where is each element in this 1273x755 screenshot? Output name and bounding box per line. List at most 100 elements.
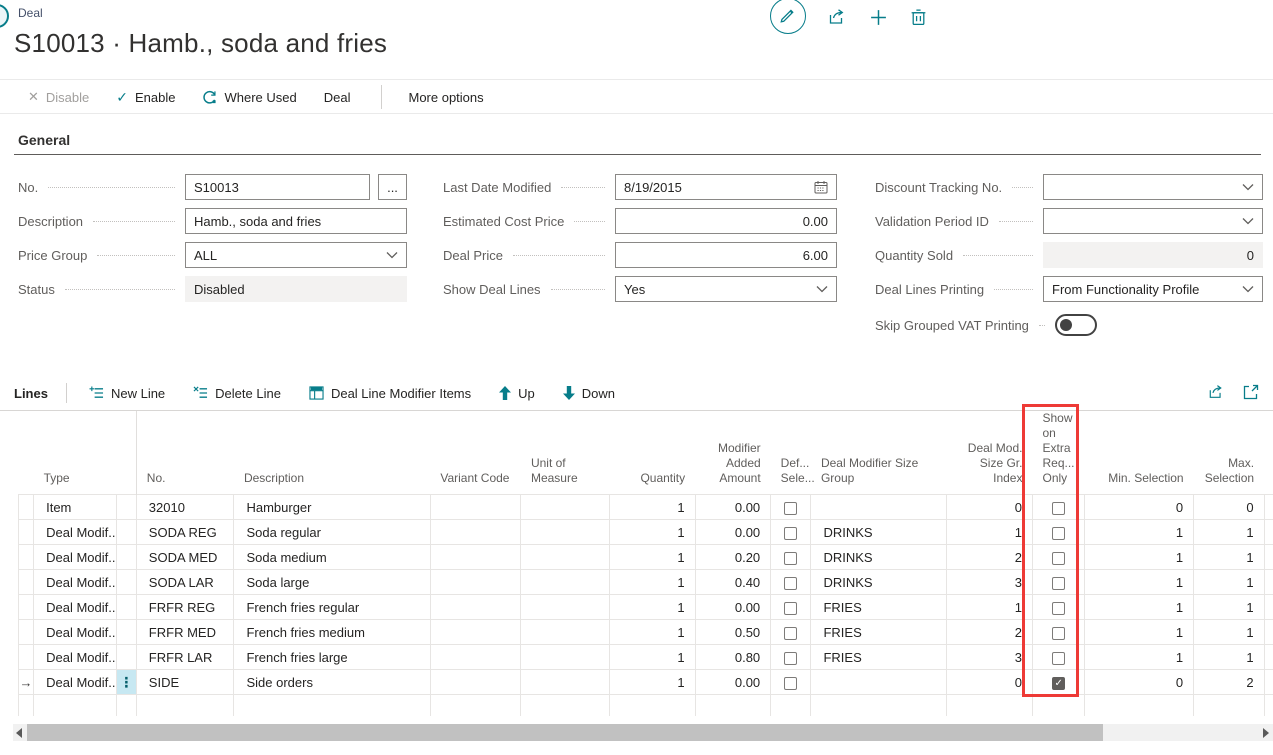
deal-price-input[interactable] (615, 242, 837, 268)
row-context-menu-icon[interactable]: ⋮ (116, 670, 136, 695)
cell-unit_of_measure[interactable] (521, 670, 610, 695)
cell-unit_of_measure[interactable] (521, 545, 610, 570)
deal-lines-printing-select[interactable]: From Functionality Profile (1043, 276, 1263, 302)
skip-grouped-vat-printing-toggle[interactable] (1055, 314, 1097, 336)
cell-unit_of_measure[interactable] (521, 520, 610, 545)
cell-menu[interactable] (116, 520, 136, 545)
last-date-modified-input[interactable]: 8/19/2015 (615, 174, 837, 200)
cell-multi_selection[interactable] (1264, 570, 1273, 595)
scroll-left-icon[interactable] (16, 728, 22, 738)
column-header-multi_selection[interactable]: Mul.. Sele. (1264, 411, 1273, 495)
cell-menu[interactable] (116, 570, 136, 595)
cell-deal_mod_size_gr_index[interactable]: 3 (947, 645, 1033, 670)
column-header-no[interactable]: No. (136, 411, 234, 495)
show_on_extra_req_only-checkbox[interactable]: ✓ (1052, 677, 1065, 690)
cell-deal_modifier_size_group[interactable]: FRIES (811, 595, 947, 620)
cell-min_selection[interactable]: 1 (1085, 645, 1194, 670)
cell-quantity[interactable]: 1 (610, 645, 696, 670)
cell-type[interactable]: Deal Modif... (34, 645, 117, 670)
share-icon[interactable] (1208, 384, 1225, 400)
cell-multi_selection[interactable] (1264, 595, 1273, 620)
cell-description[interactable]: Side orders (234, 670, 430, 695)
cell-show_on_extra_req_only[interactable] (1032, 520, 1084, 545)
cell-sel[interactable] (19, 495, 34, 520)
cell-description[interactable]: Soda large (234, 570, 430, 595)
move-up-button[interactable]: Up (499, 386, 535, 401)
column-header-modifier_added_amount[interactable]: Modifier Added Amount (695, 411, 771, 495)
cell-description[interactable]: French fries medium (234, 620, 430, 645)
cell-empty[interactable] (234, 695, 430, 717)
cell-max_selection[interactable]: 1 (1194, 645, 1264, 670)
cell-type[interactable]: Item (34, 495, 117, 520)
cell-modifier_added_amount[interactable]: 0.40 (695, 570, 771, 595)
cell-max_selection[interactable]: 1 (1194, 570, 1264, 595)
cell-quantity[interactable]: 1 (610, 670, 696, 695)
cell-empty[interactable] (19, 695, 34, 717)
cell-empty[interactable] (695, 695, 771, 717)
more-options-button[interactable]: More options (408, 90, 483, 105)
cell-quantity[interactable]: 1 (610, 595, 696, 620)
default_selected-checkbox[interactable] (784, 677, 797, 690)
cell-default_selected[interactable] (771, 545, 811, 570)
default_selected-checkbox[interactable] (784, 602, 797, 615)
cell-multi_selection[interactable] (1264, 620, 1273, 645)
cell-deal_mod_size_gr_index[interactable]: 1 (947, 595, 1033, 620)
new-line-button[interactable]: New Line (89, 386, 165, 401)
cell-sel[interactable] (19, 520, 34, 545)
cell-deal_modifier_size_group[interactable]: DRINKS (811, 545, 947, 570)
cell-deal_modifier_size_group[interactable] (811, 495, 947, 520)
cell-variant_code[interactable] (430, 645, 521, 670)
cell-type[interactable]: Deal Modif... (34, 595, 117, 620)
cell-empty[interactable] (610, 695, 696, 717)
cell-empty[interactable] (947, 695, 1033, 717)
cell-deal_modifier_size_group[interactable]: DRINKS (811, 520, 947, 545)
cell-no[interactable]: FRFR MED (136, 620, 234, 645)
cell-empty[interactable] (430, 695, 521, 717)
horizontal-scrollbar[interactable] (13, 724, 1273, 741)
cell-max_selection[interactable]: 1 (1194, 545, 1264, 570)
cell-modifier_added_amount[interactable]: 0.50 (695, 620, 771, 645)
cell-empty[interactable] (771, 695, 811, 717)
cell-deal_modifier_size_group[interactable] (811, 670, 947, 695)
column-header-variant_code[interactable]: Variant Code (430, 411, 521, 495)
new-icon[interactable] (869, 8, 888, 27)
cell-type[interactable]: Deal Modif... (34, 570, 117, 595)
where-used-button[interactable]: Where Used (202, 90, 296, 105)
cell-no[interactable]: FRFR LAR (136, 645, 234, 670)
cell-quantity[interactable]: 1 (610, 545, 696, 570)
cell-menu[interactable] (116, 495, 136, 520)
cell-deal_modifier_size_group[interactable]: FRIES (811, 645, 947, 670)
show_on_extra_req_only-checkbox[interactable] (1052, 577, 1065, 590)
cell-default_selected[interactable] (771, 520, 811, 545)
cell-no[interactable]: SIDE (136, 670, 234, 695)
column-header-type[interactable]: Type (34, 411, 117, 495)
cell-empty[interactable] (521, 695, 610, 717)
default_selected-checkbox[interactable] (784, 627, 797, 640)
cell-sel[interactable] (19, 570, 34, 595)
cell-max_selection[interactable]: 1 (1194, 620, 1264, 645)
cell-quantity[interactable]: 1 (610, 495, 696, 520)
delete-icon[interactable] (910, 8, 927, 26)
column-header-quantity[interactable]: Quantity (610, 411, 696, 495)
show_on_extra_req_only-checkbox[interactable] (1052, 652, 1065, 665)
cell-empty[interactable] (811, 695, 947, 717)
cell-modifier_added_amount[interactable]: 0.00 (695, 670, 771, 695)
cell-modifier_added_amount[interactable]: 0.00 (695, 595, 771, 620)
cell-show_on_extra_req_only[interactable] (1032, 645, 1084, 670)
cell-min_selection[interactable]: 0 (1085, 495, 1194, 520)
cell-sel[interactable]: → (19, 670, 34, 695)
enable-button[interactable]: ✓ Enable (116, 89, 175, 106)
column-header-default_selected[interactable]: Def... Sele... (771, 411, 811, 495)
cell-deal_mod_size_gr_index[interactable]: 0 (947, 670, 1033, 695)
cell-max_selection[interactable]: 0 (1194, 495, 1264, 520)
cell-default_selected[interactable] (771, 570, 811, 595)
cell-description[interactable]: French fries large (234, 645, 430, 670)
lines-heading[interactable]: Lines (14, 386, 48, 401)
cell-unit_of_measure[interactable] (521, 645, 610, 670)
cell-empty[interactable] (116, 695, 136, 717)
default_selected-checkbox[interactable] (784, 652, 797, 665)
cell-no[interactable]: SODA LAR (136, 570, 234, 595)
cell-empty[interactable] (1264, 695, 1273, 717)
column-header-unit_of_measure[interactable]: Unit of Measure (521, 411, 610, 495)
cell-empty[interactable] (1085, 695, 1194, 717)
